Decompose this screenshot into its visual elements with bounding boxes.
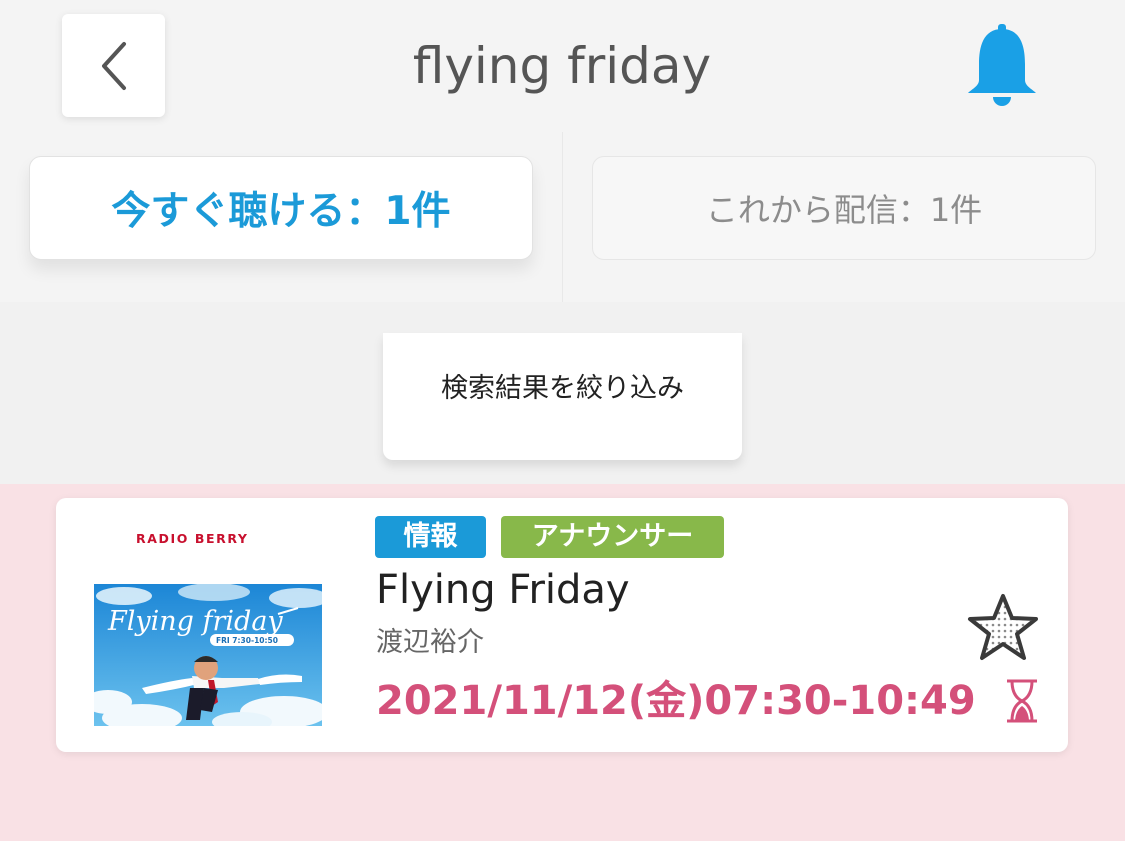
hourglass-icon <box>1007 679 1037 723</box>
svg-text:RADIO BERRY: RADIO BERRY <box>136 531 249 546</box>
program-performer: 渡辺裕介 <box>376 627 484 658</box>
tab-available-now[interactable]: 今すぐ聴ける：1件 <box>29 156 533 260</box>
tabs-divider <box>562 132 563 302</box>
chevron-left-icon <box>101 41 126 90</box>
bell-icon <box>968 24 1036 106</box>
program-thumbnail[interactable]: Flying friday FRI 7:30-10:50 <box>84 583 329 732</box>
tag-announcer: アナウンサー <box>501 516 724 558</box>
filter-results-label: 検索結果を絞り込み <box>441 373 684 404</box>
station-logo-image: RADIO BERRY <box>136 531 249 546</box>
timefree-button[interactable] <box>1004 678 1040 724</box>
star-icon <box>968 594 1038 660</box>
program-title[interactable]: Flying Friday <box>376 565 630 615</box>
program-broadcast-time: 2021/11/12(金)07:30-10:49 <box>376 678 976 724</box>
back-button[interactable] <box>62 14 165 117</box>
page-title: flying friday <box>412 37 712 95</box>
tag-info: 情報 <box>375 516 486 558</box>
program-thumbnail-image: Flying friday FRI 7:30-10:50 <box>84 583 329 732</box>
station-logo: RADIO BERRY <box>136 530 282 546</box>
favorite-button[interactable] <box>966 592 1040 662</box>
svg-text:FRI 7:30-10:50: FRI 7:30-10:50 <box>216 636 278 645</box>
notification-button[interactable] <box>962 22 1042 112</box>
filter-results-button[interactable]: 検索結果を絞り込み <box>383 333 742 460</box>
tab-upcoming[interactable]: これから配信：1件 <box>592 156 1096 260</box>
tab-upcoming-label: これから配信：1件 <box>705 191 983 229</box>
tab-available-now-label: 今すぐ聴ける：1件 <box>111 189 451 234</box>
svg-text:Flying friday: Flying friday <box>107 606 283 637</box>
